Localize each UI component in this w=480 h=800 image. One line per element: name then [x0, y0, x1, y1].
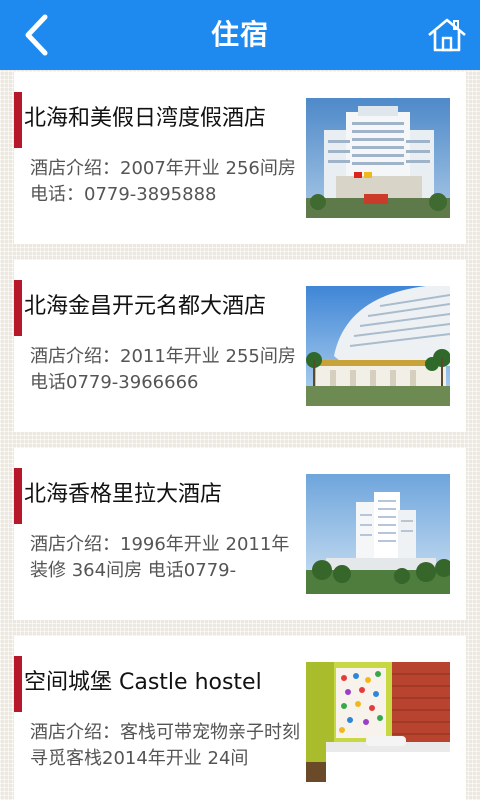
hotel-card[interactable]: 北海和美假日湾度假酒店 酒店介绍：2007年开业 256间房 电话：0779-3…: [14, 72, 466, 244]
home-button[interactable]: [424, 12, 470, 58]
hotel-photo[interactable]: [306, 286, 450, 406]
hotel-description: 酒店介绍：1996年开业 2011年装修 364间房 电话0779-: [30, 534, 290, 581]
accent-bar: [14, 92, 22, 148]
hotel-card[interactable]: 北海香格里拉大酒店 酒店介绍：1996年开业 2011年装修 364间房 电话0…: [14, 448, 466, 620]
hotel-name: 北海和美假日湾度假酒店: [24, 106, 267, 131]
accent-bar: [14, 280, 22, 336]
hotel-description: 酒店介绍：2007年开业 256间房 电话：0779-3895888: [30, 158, 296, 205]
home-icon: [428, 18, 466, 52]
hotel-description: 酒店介绍：客栈可带宠物亲子时刻寻觅客栈2014年开业 24间: [30, 722, 300, 769]
hotel-card[interactable]: 北海金昌开元名都大酒店 酒店介绍：2011年开业 255间房 电话0779-39…: [14, 260, 466, 432]
app-header: 住宿: [0, 0, 480, 70]
hotel-card[interactable]: 空间城堡 Castle hostel 酒店介绍：客栈可带宠物亲子时刻寻觅客栈20…: [14, 636, 466, 800]
hotel-description: 酒店介绍：2011年开业 255间房 电话0779-3966666: [30, 346, 296, 393]
hotel-photo[interactable]: [306, 662, 450, 782]
hotel-name: 空间城堡 Castle hostel: [24, 670, 262, 695]
hotel-photo[interactable]: [306, 98, 450, 218]
hotel-name: 北海香格里拉大酒店: [24, 482, 223, 507]
hotel-name: 北海金昌开元名都大酒店: [24, 294, 267, 319]
page-title: 住宿: [210, 18, 269, 51]
accent-bar: [14, 468, 22, 524]
hotel-photo[interactable]: [306, 474, 450, 594]
accent-bar: [14, 656, 22, 712]
